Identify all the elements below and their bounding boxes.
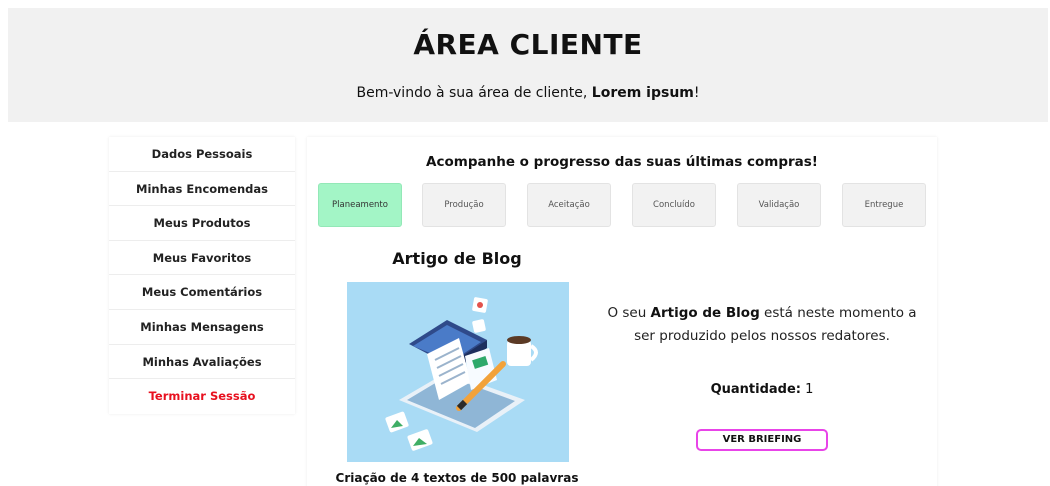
status-product-name: Artigo de Blog [650, 305, 760, 321]
sidebar-item-dados-pessoais[interactable]: Dados Pessoais [109, 137, 295, 172]
user-name: Lorem ipsum [591, 85, 694, 101]
progress-title: Acompanhe o progresso das suas últimas c… [426, 154, 818, 170]
welcome-suffix: ! [693, 85, 700, 101]
sidebar-item-terminar-sessao[interactable]: Terminar Sessão [109, 379, 295, 414]
production-status-message: O seu Artigo de Blog está neste momento … [607, 302, 917, 348]
quantity: Quantidade: 1 [607, 382, 917, 397]
sidebar-item-meus-produtos[interactable]: Meus Produtos [109, 206, 295, 241]
welcome-message: Bem-vindo à sua área de cliente, Lorem i… [8, 85, 1048, 101]
status-prefix: O seu [607, 305, 651, 321]
quantity-value: 1 [805, 382, 814, 397]
sidebar-item-meus-favoritos[interactable]: Meus Favoritos [109, 241, 295, 276]
product-name: Artigo de Blog [392, 249, 522, 268]
blog-article-illustration-icon [347, 282, 569, 462]
sidebar-item-minhas-mensagens[interactable]: Minhas Mensagens [109, 310, 295, 345]
step-aceitacao[interactable]: Aceitação [527, 183, 611, 227]
step-entregue[interactable]: Entregue [842, 183, 926, 227]
product-description: Criação de 4 textos de 500 palavras [335, 471, 579, 485]
step-planeamento[interactable]: Planeamento [318, 183, 402, 227]
quantity-label: Quantidade: [710, 382, 801, 397]
purchase-progress-panel: Acompanhe o progresso das suas últimas c… [307, 137, 937, 486]
welcome-prefix: Bem-vindo à sua área de cliente, [356, 85, 592, 101]
page-header: ÁREA CLIENTE Bem-vindo à sua área de cli… [8, 8, 1048, 122]
step-concluido[interactable]: Concluído [632, 183, 716, 227]
page-title: ÁREA CLIENTE [413, 28, 643, 61]
account-sidebar: Dados Pessoais Minhas Encomendas Meus Pr… [109, 137, 295, 414]
sidebar-item-meus-comentarios[interactable]: Meus Comentários [109, 275, 295, 310]
step-validacao[interactable]: Validação [737, 183, 821, 227]
view-briefing-button[interactable]: VER BRIEFING [696, 429, 828, 451]
sidebar-item-minhas-avaliacoes[interactable]: Minhas Avaliações [109, 345, 295, 380]
step-producao[interactable]: Produção [422, 183, 506, 227]
sidebar-item-minhas-encomendas[interactable]: Minhas Encomendas [109, 172, 295, 207]
